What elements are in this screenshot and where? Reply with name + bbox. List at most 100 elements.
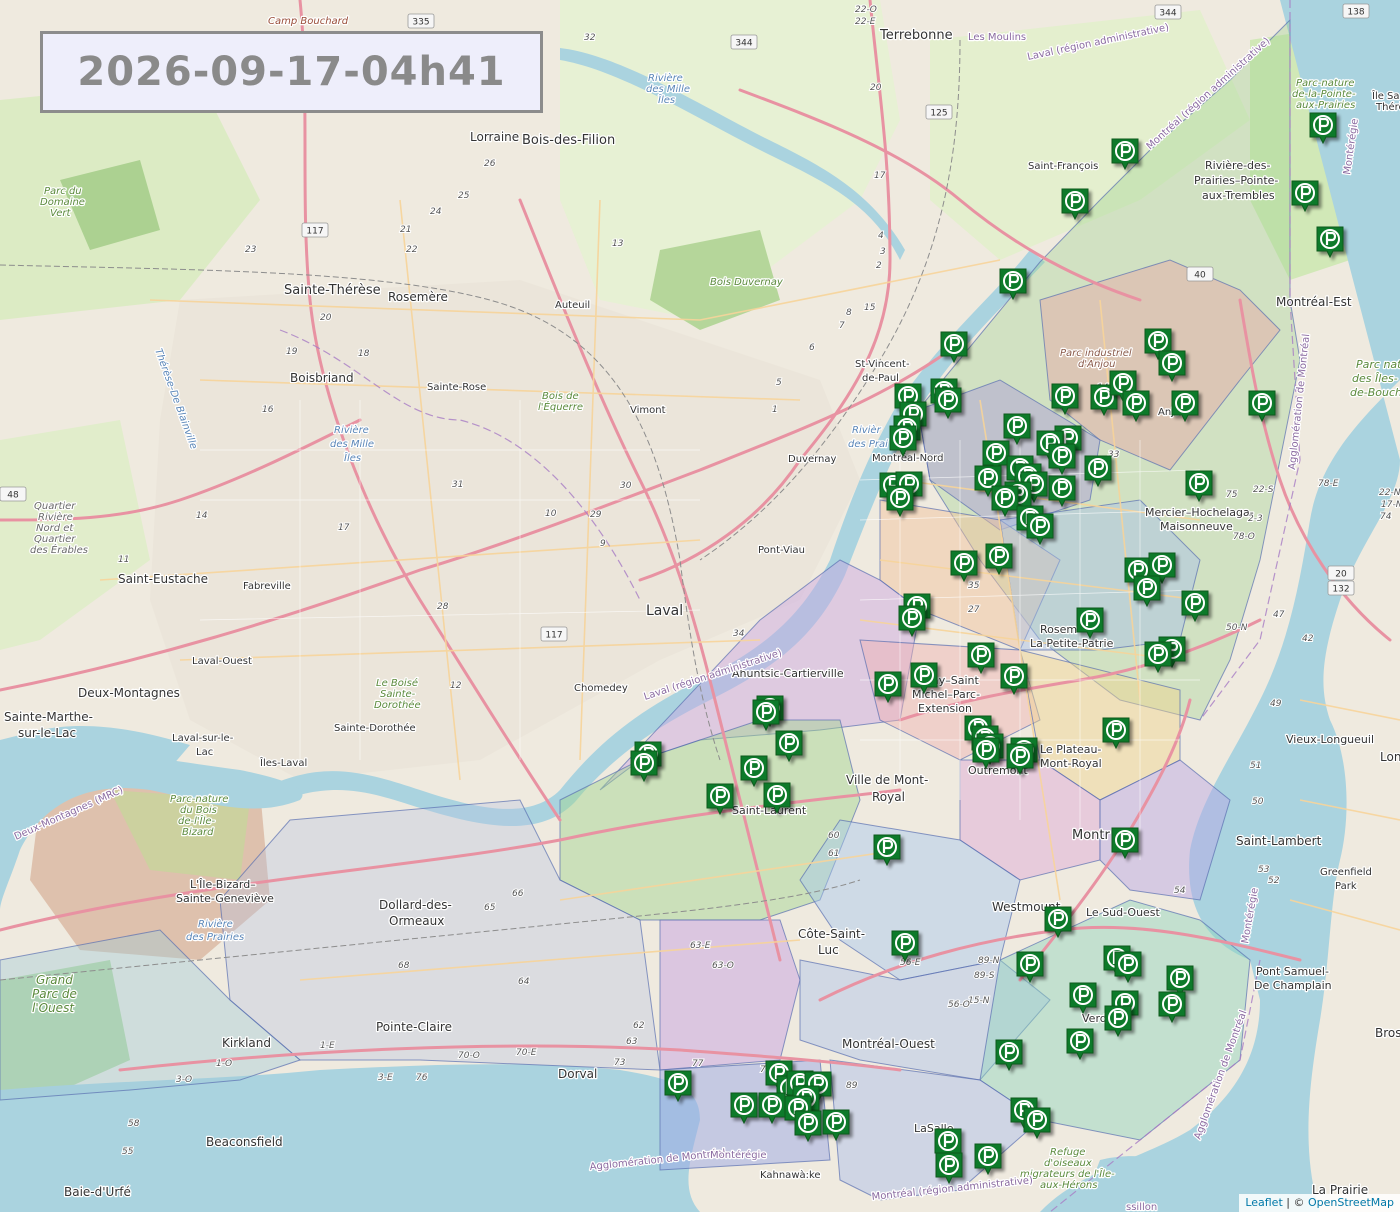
route-number: 23 [245,245,257,255]
route-number: 22-E [855,17,876,27]
label-mont-royal-1: Ville de Mont- [846,773,928,787]
route-number: 21 [400,225,411,235]
route-number: 31 [452,480,463,490]
label-laval-sur-le-lac-1: Laval-sur-le- [172,733,234,744]
label-mhm-1: Mercier–Hochelaga- [1145,506,1254,519]
label-kirkland: Kirkland [222,1036,271,1050]
label-park-ile-bizard-2: du Bois [180,805,217,816]
route-number: 77 [692,1059,704,1069]
label-park-bois-equerre-2: l'Équerre [538,400,583,413]
label-sainte-rose: Sainte-Rose [427,382,486,393]
label-saint-francois: Saint-François [1028,161,1098,172]
label-river-2: des Mille [646,84,690,95]
label-boisbriand: Boisbriand [290,371,354,385]
route-shield-label: 20 [1335,570,1347,580]
route-number: 35 [968,581,980,591]
label-park-sainte-dorothee-3: Dorothée [374,699,421,711]
route-number: 78-E [1318,479,1339,489]
label-sainte-dorothee: Sainte-Dorothée [334,722,416,734]
label-park-domaine-vert-2: Domaine [40,197,85,208]
label-montreal-est: Montréal-Est [1276,295,1352,309]
label-rosemont-1: Rosem [1040,623,1077,636]
label-saint-eustache: Saint-Eustache [118,572,208,586]
label-ile-sainte-therese-2: Thérè [1375,101,1400,113]
label-lon: Lon [1380,750,1400,764]
route-number: 9 [600,539,606,549]
label-grand-parc-1: Grand [36,973,73,987]
label-pont-champlain-1: Pont Samuel- [1256,965,1329,978]
label-pont-viau: Pont-Viau [758,545,805,556]
label-dollard-2: Ormeaux [389,914,444,928]
route-number: 60 [828,831,840,841]
route-number: 16 [262,405,274,415]
route-number: 29 [590,510,602,520]
label-park-iles-boucherville-3: de-Bouch [1350,386,1400,399]
route-number: 27 [968,605,980,615]
timestamp-box: 2026-09-17-04h41 [40,31,543,113]
route-number: 63-O [712,961,734,971]
label-prairies-b1: Rivière [198,918,233,930]
label-les-moulins: Les Moulins [968,32,1026,43]
route-number: 2-3 [1248,514,1263,524]
route-number: 17 [874,171,886,181]
map-canvas[interactable]: Terrebonne Bois-des-Filion Lorraine Sain… [0,0,1400,1212]
route-number: 55 [122,1147,134,1157]
route-number: 15-N [968,996,990,1006]
route-number: 20 [320,313,332,323]
attribution-separator: | © [1286,1196,1305,1209]
label-montreal-ouest: Montréal-Ouest [842,1037,935,1051]
route-number: 42 [1302,634,1314,644]
route-number: 58 [128,1119,140,1129]
label-saint-vincent-2: de-Paul [862,373,899,384]
label-laval: Laval [646,603,683,619]
label-mont-royal-2: Royal [872,790,905,804]
route-number: 51 [1250,761,1261,771]
route-number: 68 [398,961,410,971]
label-fabreville: Fabreville [243,581,291,592]
route-shield: 335 [407,13,435,29]
route-number: 52 [1268,876,1280,886]
label-cote-saint-luc-1: Côte-Saint- [798,927,865,941]
label-river-b3: Îles [344,451,361,464]
label-grand-parc-2: Parc de [32,987,77,1001]
label-ile-bizard-1: L'Île-Bizard– [190,878,256,891]
route-number: 56-E [900,958,921,968]
route-number: 26 [484,159,496,169]
label-beaconsfield: Beaconsfield [206,1135,283,1149]
route-number: 3 [880,247,886,257]
osm-link[interactable]: OpenStreetMap [1308,1196,1394,1209]
route-number: 14 [196,511,208,521]
route-number: 7 [839,321,845,331]
label-park-pointe-prairies-1: Parc-nature [1296,78,1354,89]
route-number: 50 [1252,797,1264,807]
route-number: 34 [733,629,745,639]
route-number: 64 [518,977,530,987]
label-park-domaine-vert-3: Vert [50,208,72,219]
leaflet-link[interactable]: Leaflet [1245,1196,1282,1209]
label-camp-bouchard: Camp Bouchard [268,16,349,27]
route-number: 70-E [516,1048,537,1058]
route-shield: 20 [1327,565,1355,581]
label-sainte-marthe-2: sur-le-Lac [18,726,76,740]
label-park-bois-equerre-1: Bois de [542,391,579,402]
route-shield-label: 344 [1159,9,1176,19]
label-terrebonne: Terrebonne [879,28,953,43]
label-park-herons-1: Refuge [1050,1147,1085,1158]
label-greenfield-2: Park [1335,881,1357,892]
label-duvernay: Duvernay [788,454,837,465]
label-river-1: Rivière [648,72,683,84]
label-park-domaine-vert-1: Parc du [44,186,82,197]
label-kahnawake: Kahnawà:ke [760,1169,821,1181]
route-number: 22-N [1379,488,1400,498]
route-shield-label: 125 [930,109,947,119]
label-plateau-1: Le Plateau- [1040,743,1101,756]
label-mhm-2: Maisonneuve [1160,520,1233,533]
route-number: 65 [484,903,496,913]
label-park-bois-duvernay: Bois Duvernay [710,277,784,288]
label-dorval: Dorval [558,1067,597,1081]
route-number: 3-O [176,1075,192,1085]
label-pont-champlain-2: De Champlain [1254,979,1332,992]
label-roussillon: ssillon [1126,1202,1157,1212]
label-rdp-1: Rivière-des- [1205,159,1271,172]
route-number: 63 [626,1037,638,1047]
